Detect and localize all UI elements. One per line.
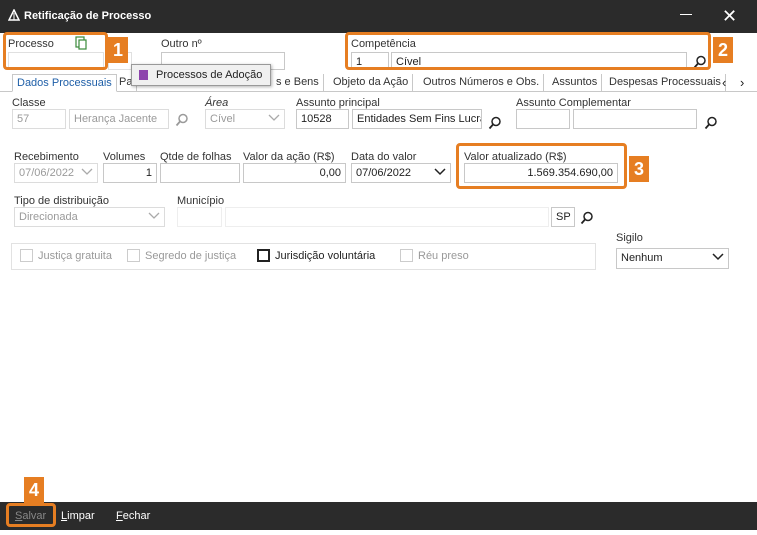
data-valor-value: 07/06/2022 <box>356 167 412 179</box>
outro-numero-label: Outro nº <box>161 38 202 50</box>
area-label: Área <box>205 97 229 109</box>
sigilo-label: Sigilo <box>616 232 643 244</box>
callout-badge-2: 2 <box>713 37 733 63</box>
tab-strip: Dados Processuais Pa s e Bens Objeto da … <box>0 74 757 92</box>
highlight-salvar <box>6 503 56 527</box>
callout-badge-1: 1 <box>108 37 128 63</box>
assunto-principal-label: Assunto principal <box>296 97 380 109</box>
classe-search-icon[interactable] <box>175 113 189 127</box>
municipio-name-input[interactable] <box>225 207 549 227</box>
callout-badge-4: 4 <box>24 477 44 503</box>
tab-prev-button[interactable]: ‹ <box>722 75 726 90</box>
sigilo-select[interactable]: Nenhum <box>616 248 729 269</box>
tab-bens[interactable]: s e Bens <box>272 74 324 92</box>
recebimento-label: Recebimento <box>14 151 79 163</box>
classe-code-input[interactable]: 57 <box>12 109 66 129</box>
data-valor-label: Data do valor <box>351 151 417 163</box>
chevron-down-icon <box>712 252 724 265</box>
recebimento-picker[interactable]: 07/06/2022 <box>14 163 98 183</box>
assunto-complementar-label: Assunto Complementar <box>516 97 631 109</box>
classe-label: Classe <box>12 97 46 109</box>
qtde-folhas-input[interactable] <box>160 163 240 183</box>
municipio-code-input[interactable] <box>177 207 222 227</box>
chevron-down-icon <box>434 167 446 180</box>
highlight-processo <box>3 32 108 70</box>
sigilo-value: Nenhum <box>621 252 663 264</box>
tab-dados-processuais[interactable]: Dados Processuais <box>12 74 117 92</box>
app-triangle-icon <box>7 8 21 24</box>
tipo-distribuicao-value: Direcionada <box>19 211 78 223</box>
tipo-distribuicao-select[interactable]: Direcionada <box>14 207 165 227</box>
valor-acao-input[interactable]: 0,00 <box>243 163 346 183</box>
chevron-down-icon <box>148 211 160 224</box>
recebimento-value: 07/06/2022 <box>19 167 75 179</box>
segredo-justica-checkbox[interactable]: Segredo de justiça <box>127 249 236 262</box>
valor-acao-label: Valor da ação (R$) <box>243 151 335 163</box>
assunto-comp-code-input[interactable] <box>516 109 570 129</box>
chevron-down-icon <box>268 113 280 126</box>
title-bar: Retificação de Processo ✕ <box>0 0 757 33</box>
area-select[interactable]: Cível <box>205 109 285 129</box>
assunto-search-icon[interactable] <box>488 116 502 130</box>
chevron-down-icon <box>81 167 93 180</box>
assunto-value-input[interactable]: Entidades Sem Fins Lucrativos <box>352 109 482 129</box>
tab-despesas[interactable]: Despesas Processuais <box>605 74 726 92</box>
data-valor-picker[interactable]: 07/06/2022 <box>351 163 451 183</box>
municipio-label: Município <box>177 195 225 207</box>
qtde-folhas-label: Qtde de folhas <box>160 151 232 163</box>
volumes-label: Volumes <box>103 151 146 163</box>
tab-assuntos[interactable]: Assuntos <box>548 74 603 92</box>
highlight-valor-atualizado <box>456 143 627 189</box>
area-value: Cível <box>210 113 236 125</box>
footer-toolbar: Salvar Limpar Fechar <box>0 502 757 530</box>
window-title: Retificação de Processo <box>24 10 152 22</box>
uf-input[interactable]: SP <box>551 207 575 227</box>
assunto-code-input[interactable]: 10528 <box>296 109 349 129</box>
highlight-competencia <box>345 32 711 70</box>
justica-gratuita-checkbox[interactable]: Justiça gratuita <box>20 249 112 262</box>
reu-preso-checkbox[interactable]: Réu preso <box>400 249 469 262</box>
assunto-comp-value-input[interactable] <box>573 109 697 129</box>
callout-badge-3: 3 <box>629 156 649 182</box>
classe-value-input[interactable]: Herança Jacente <box>69 109 169 129</box>
popup-label: Processos de Adoção <box>156 69 263 81</box>
fechar-button[interactable]: Fechar <box>116 510 150 522</box>
tab-objeto-acao[interactable]: Objeto da Ação <box>329 74 414 92</box>
close-button[interactable]: ✕ <box>722 7 737 25</box>
volumes-input[interactable]: 1 <box>103 163 157 183</box>
tipo-distribuicao-label: Tipo de distribuição <box>14 195 109 207</box>
limpar-button[interactable]: Limpar <box>61 510 95 522</box>
assunto-comp-search-icon[interactable] <box>704 116 718 130</box>
tab-next-button[interactable]: › <box>740 75 744 90</box>
municipio-search-icon[interactable] <box>580 211 594 225</box>
minimize-button[interactable] <box>680 14 692 15</box>
jurisdicao-voluntaria-checkbox[interactable]: Jurisdição voluntária <box>257 249 375 262</box>
processos-adocao-popup[interactable]: Processos de Adoção <box>131 64 271 86</box>
tab-outros-numeros[interactable]: Outros Números e Obs. <box>419 74 545 92</box>
popup-marker-icon <box>139 70 148 80</box>
